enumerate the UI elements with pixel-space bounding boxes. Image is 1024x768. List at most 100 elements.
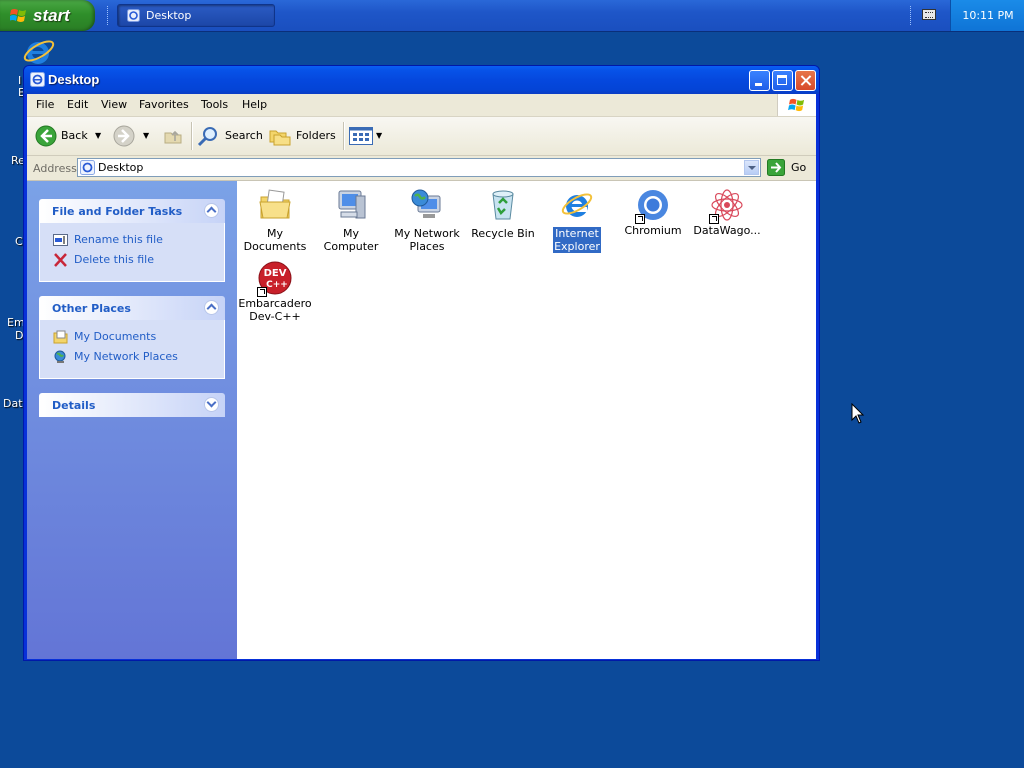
window-body: File Edit View Favorites Tools Help Back… xyxy=(27,94,816,659)
go-arrow-icon xyxy=(767,159,785,176)
file-item-label: Embarcadero Dev-C++ xyxy=(237,297,312,323)
details-panel: Details xyxy=(39,393,225,417)
desktop-label-fragment: Dat xyxy=(3,397,23,410)
back-arrow-icon xyxy=(35,125,57,147)
menu-favorites[interactable]: Favorites xyxy=(139,98,189,111)
file-item-label: Internet Explorer xyxy=(553,227,601,253)
back-label: Back xyxy=(61,129,88,142)
file-view[interactable]: My Documents My Computer My Network Plac… xyxy=(237,181,816,659)
standard-toolbar: Back ▼ ▼ Search Folders ▼ xyxy=(27,117,816,156)
address-input[interactable]: Desktop xyxy=(77,158,761,177)
file-item-internet-explorer[interactable]: Internet Explorer xyxy=(539,188,615,253)
back-dropdown-icon[interactable]: ▼ xyxy=(95,117,101,155)
file-folder-tasks-header[interactable]: File and Folder Tasks xyxy=(39,199,225,223)
windows-logo xyxy=(777,94,816,116)
forward-dropdown-icon[interactable]: ▼ xyxy=(143,117,149,155)
file-item-label: My Documents xyxy=(243,227,307,253)
explorer-window: Desktop File Edit View Favorites Tools H… xyxy=(23,65,820,661)
folder-up-icon[interactable] xyxy=(163,126,183,146)
details-header[interactable]: Details xyxy=(39,393,225,417)
forward-arrow-icon xyxy=(113,125,135,147)
shortcut-arrow-icon xyxy=(257,287,267,297)
internet-explorer-icon xyxy=(561,193,593,217)
taskbar-button-desktop[interactable]: Desktop xyxy=(117,4,275,27)
close-button[interactable] xyxy=(795,70,816,91)
menu-help[interactable]: Help xyxy=(242,98,267,111)
network-places-icon xyxy=(411,189,441,218)
views-dropdown-icon[interactable]: ▼ xyxy=(376,117,382,155)
menu-view[interactable]: View xyxy=(101,98,127,111)
forward-button[interactable]: ▼ xyxy=(113,117,151,155)
file-folder-tasks-panel: File and Folder Tasks Rename this file D… xyxy=(39,199,225,282)
folders-button[interactable]: Folders xyxy=(269,117,337,155)
tray-grip[interactable] xyxy=(910,6,914,25)
my-network-places-link[interactable]: My Network Places xyxy=(74,350,178,363)
other-places-body: My Documents My Network Places xyxy=(39,320,225,379)
windows-flag-icon xyxy=(788,98,805,112)
mouse-pointer-icon xyxy=(851,403,865,424)
menu-file[interactable]: File xyxy=(36,98,54,111)
label-line: Places xyxy=(409,240,445,253)
other-places-panel: Other Places My Documents My Network Pla… xyxy=(39,296,225,379)
shortcut-arrow-icon xyxy=(635,214,645,224)
taskbar-grip[interactable] xyxy=(107,6,111,25)
file-item-my-network-places[interactable]: My Network Places xyxy=(389,188,465,253)
file-item-label: My Computer xyxy=(323,227,379,253)
internet-explorer-icon[interactable] xyxy=(22,36,56,68)
menu-tools[interactable]: Tools xyxy=(201,98,228,111)
clock[interactable]: 10:11 PM xyxy=(962,9,1013,22)
file-item-label: Chromium xyxy=(624,224,682,237)
my-computer-icon xyxy=(338,190,366,219)
windows-flag-icon xyxy=(10,9,26,22)
delete-file-link[interactable]: Delete this file xyxy=(74,253,154,266)
rename-icon xyxy=(53,234,68,246)
label-line: My Network xyxy=(394,227,460,240)
file-item-my-computer[interactable]: My Computer xyxy=(313,188,389,253)
collapse-chevron-icon[interactable] xyxy=(204,203,219,218)
collapse-chevron-icon[interactable] xyxy=(204,300,219,315)
folders-label: Folders xyxy=(296,129,336,142)
label-line: Internet xyxy=(555,227,599,240)
file-item-recycle-bin[interactable]: Recycle Bin xyxy=(465,188,541,240)
address-dropdown-button[interactable] xyxy=(744,160,759,175)
toolbar-separator xyxy=(191,122,193,150)
maximize-button[interactable] xyxy=(772,70,793,91)
file-item-my-documents[interactable]: My Documents xyxy=(237,188,313,253)
panel-title: File and Folder Tasks xyxy=(52,205,183,218)
start-label: start xyxy=(33,6,70,25)
other-places-header[interactable]: Other Places xyxy=(39,296,225,320)
address-value: Desktop xyxy=(98,161,144,174)
datawagon-icon-wrap xyxy=(709,188,744,224)
my-documents-link[interactable]: My Documents xyxy=(74,330,156,343)
menu-edit[interactable]: Edit xyxy=(67,98,88,111)
rename-file-link[interactable]: Rename this file xyxy=(74,233,163,246)
window-title: Desktop xyxy=(48,72,100,87)
file-item-label: My Network Places xyxy=(393,227,460,253)
label-line: Embarcadero xyxy=(238,297,312,310)
toolbar-separator xyxy=(343,122,345,150)
panel-title: Other Places xyxy=(52,302,131,315)
title-bar[interactable]: Desktop xyxy=(24,66,819,94)
delete-icon xyxy=(54,253,67,267)
views-icon xyxy=(349,127,373,145)
window-icon[interactable] xyxy=(30,72,45,87)
views-button[interactable]: ▼ xyxy=(349,117,385,155)
file-item-devcpp[interactable]: DEV C++ Embarcadero Dev-C++ xyxy=(237,261,313,323)
network-places-icon xyxy=(54,350,66,363)
devcpp-icon-wrap: DEV C++ xyxy=(257,261,292,297)
minimize-button[interactable] xyxy=(749,70,770,91)
back-button[interactable]: Back ▼ xyxy=(33,117,105,155)
system-tray: 10:11 PM xyxy=(950,0,1024,31)
desktop-label-fragment: C xyxy=(15,235,23,248)
keyboard-icon[interactable] xyxy=(922,9,936,20)
search-button[interactable]: Search xyxy=(197,117,263,155)
folder-window-icon xyxy=(127,9,140,22)
file-item-label: DataWago... xyxy=(693,224,761,237)
shortcut-arrow-icon xyxy=(709,214,719,224)
file-item-chromium[interactable]: Chromium xyxy=(615,188,691,237)
file-item-datawagon[interactable]: DataWago... xyxy=(689,188,765,237)
expand-chevron-icon[interactable] xyxy=(204,397,219,412)
my-documents-icon xyxy=(53,330,68,344)
start-button[interactable]: start xyxy=(0,0,95,31)
label-line: Explorer xyxy=(554,240,600,253)
